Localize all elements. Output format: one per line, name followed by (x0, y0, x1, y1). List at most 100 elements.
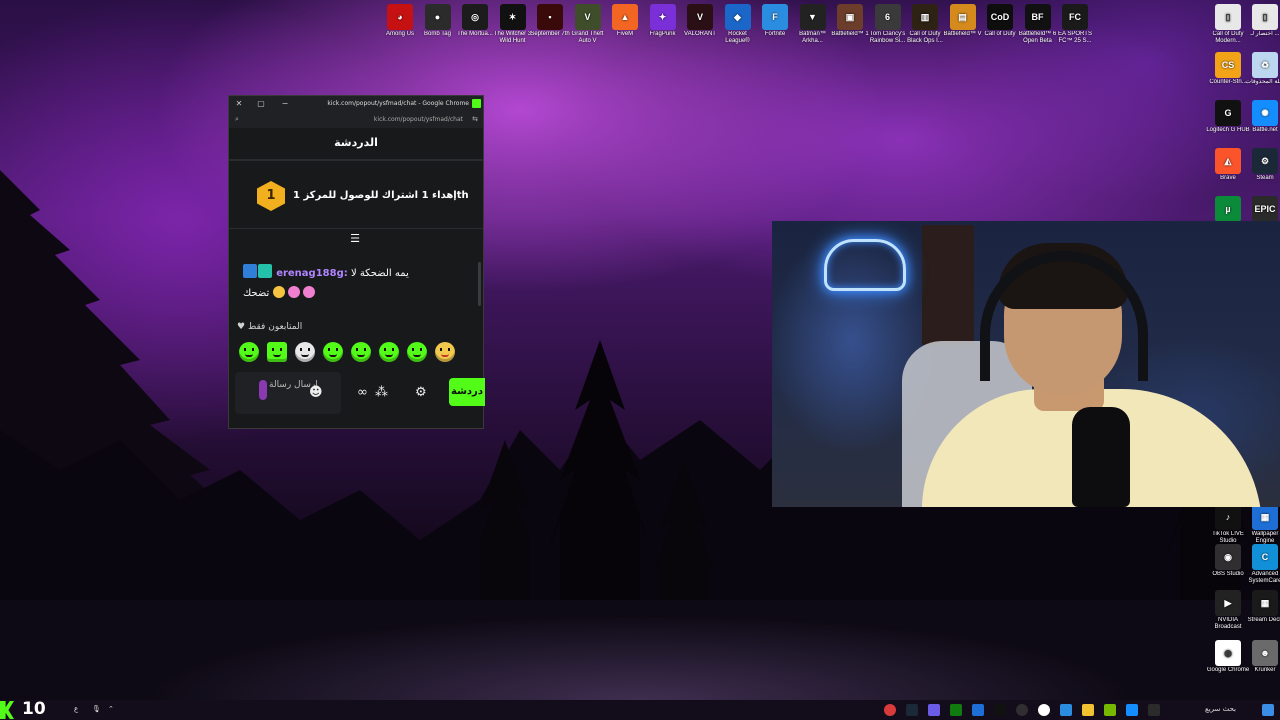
url-text: kick.com/popout/ysfmad/chat (373, 116, 463, 123)
sub-goal-banner: 1 إهداء 1 اشتراك للوصول للمركز 1th (229, 161, 483, 229)
goal-text: إهداء 1 اشتراك للوصول للمركز 1th (293, 190, 469, 201)
app-shortcut-icon: ♪ (1215, 504, 1241, 530)
app-shortcut-icon: ◕ (387, 4, 413, 30)
pinned-collapse-icon[interactable]: ☰ (347, 232, 363, 245)
maximize-icon[interactable]: ▢ (255, 98, 267, 110)
message-input[interactable]: ارسال رسالة (235, 372, 341, 414)
language-indicator[interactable]: ع (74, 705, 78, 713)
app-shortcut-icon: ▲ (612, 4, 638, 30)
mic-icon[interactable]: 🎙 (92, 705, 101, 713)
app-shortcut-icon: ✦ (649, 4, 676, 30)
app-icon[interactable] (1060, 704, 1072, 716)
right-desktop-icon[interactable]: ⚙ Steam (1243, 148, 1280, 182)
badge-icon (243, 264, 257, 278)
app-shortcut-icon: CS (1215, 52, 1241, 78)
tune-icon[interactable]: ⇆ (472, 115, 478, 123)
app-shortcut-icon: ☻ (1252, 640, 1278, 666)
app-icon[interactable] (1148, 704, 1160, 716)
tiktok-icon[interactable] (994, 704, 1006, 716)
tray-expand-icon[interactable]: ⌃ (108, 705, 114, 713)
chrome-taskbar-icon[interactable] (1038, 704, 1050, 716)
windows-start-icon[interactable] (1262, 704, 1274, 716)
address-bar[interactable]: ⌕ kick.com/popout/ysfmad/chat ⇆ (229, 112, 483, 128)
emote-icon[interactable] (295, 342, 315, 362)
window-titlebar[interactable]: ✕ ▢ − kick.com/popout/ysfmad/chat - Goog… (229, 96, 483, 112)
app-shortcut-icon: ▯ (1252, 4, 1278, 30)
app-shortcut-icon: ◍ (1215, 640, 1241, 666)
chat-input-bar: ارسال رسالة ☻ ∞ ⁂ ⚙ دردشة (235, 372, 485, 416)
app-shortcut-icon: V (687, 4, 713, 30)
emote-icon[interactable] (267, 342, 287, 362)
bubbles-icon[interactable]: ⁂ (375, 385, 388, 400)
settings-gear-icon[interactable]: ⚙ (415, 385, 427, 400)
emote-row (239, 342, 475, 364)
close-icon[interactable]: ✕ (233, 98, 245, 110)
goal-badge-icon: 1 (257, 181, 285, 211)
chat-message: erenag188g: يمه الضحكة لا تضحك (243, 264, 468, 304)
chat-scrollbar[interactable] (478, 262, 481, 306)
emoji-icon (272, 286, 285, 298)
desktop-icon-label: اختصار لـ ... (1250, 31, 1280, 37)
chat-username[interactable]: erenag188g (276, 268, 344, 279)
app-shortcut-icon: ▼ (799, 4, 826, 30)
kick-favicon-icon (472, 99, 481, 108)
app-icon[interactable] (928, 704, 940, 716)
right-desktop-icon[interactable]: ▯ اختصار لـ ... (1243, 4, 1280, 38)
file-explorer-icon[interactable] (1082, 704, 1094, 716)
right-desktop-icon[interactable]: ✺ Battle.net (1243, 100, 1280, 134)
app-icon[interactable] (972, 704, 984, 716)
app-shortcut-icon: µ (1215, 196, 1241, 222)
emoji-icon (287, 286, 300, 298)
app-shortcut-icon: ▪ (537, 4, 563, 30)
emote-icon[interactable] (379, 342, 399, 362)
right-desktop-icon[interactable]: ▦ Stream Deck (1243, 590, 1280, 624)
infinity-icon[interactable]: ∞ (357, 385, 368, 400)
app-shortcut-icon: BF (1024, 4, 1051, 30)
steam-taskbar-icon[interactable] (906, 704, 918, 716)
quick-search[interactable]: بحث سريع (1205, 705, 1236, 713)
app-icon[interactable] (1126, 704, 1138, 716)
nvidia-icon[interactable] (1104, 704, 1116, 716)
desktop-icon-label: Steam (1256, 175, 1274, 181)
emote-icon[interactable] (407, 342, 427, 362)
microphone (1072, 407, 1130, 507)
zoom-icon[interactable]: ⌕ (235, 115, 239, 124)
right-desktop-icon[interactable]: ♻سلة المحذوفات (1243, 52, 1280, 86)
chrome-popout-window[interactable]: ✕ ▢ − kick.com/popout/ysfmad/chat - Goog… (228, 95, 485, 429)
app-icon[interactable] (884, 704, 896, 716)
kick-logo-icon (0, 701, 14, 719)
followers-only-text: المتابعون فقط (247, 322, 303, 332)
emoji-picker-icon[interactable]: ☻ (309, 385, 323, 400)
desktop-icon-label: Stream Deck (1247, 617, 1280, 623)
chat-text-line1: يمه الضحكة لا (350, 268, 409, 279)
app-shortcut-icon: ◎ (462, 4, 488, 30)
emote-icon[interactable] (435, 342, 455, 362)
taskbar-number: 10 (22, 699, 46, 719)
top-desktop-icon[interactable]: FC EA SPORTS FC™ 25 S... (1053, 4, 1097, 45)
right-desktop-icon[interactable]: ▦ Wallpaper Engine (1243, 504, 1280, 545)
emote-icon[interactable] (351, 342, 371, 362)
neon-bat-sign (824, 239, 906, 291)
app-shortcut-icon: ◭ (1215, 148, 1241, 174)
xbox-icon[interactable] (950, 704, 962, 716)
right-desktop-icon[interactable]: C Advanced SystemCare (1243, 544, 1280, 585)
app-shortcut-icon: C (1252, 544, 1278, 570)
snow-ground (0, 560, 1280, 700)
chat-header: الدردشة (229, 128, 483, 161)
emote-icon[interactable] (239, 342, 259, 362)
followers-only-label: ♥ المتابعون فقط (237, 322, 302, 332)
desktop-icon-label: Advanced SystemCare (1248, 571, 1280, 584)
emote-icon[interactable] (323, 342, 343, 362)
app-shortcut-icon: ▥ (912, 4, 938, 30)
emoji-icon (302, 286, 315, 298)
app-shortcut-icon: ♻ (1252, 52, 1278, 78)
chat-text-line2: تضحك (243, 288, 270, 299)
send-chat-button[interactable]: دردشة (449, 378, 485, 406)
app-shortcut-icon: ◉ (1215, 544, 1241, 570)
desktop-icon-label: Battle.net (1252, 127, 1278, 133)
minimize-icon[interactable]: − (279, 98, 291, 110)
app-shortcut-icon: ● (424, 4, 451, 30)
right-desktop-icon[interactable]: ☻ Krunker (1243, 640, 1280, 674)
wall-poster (922, 225, 974, 345)
obs-icon[interactable] (1016, 704, 1028, 716)
